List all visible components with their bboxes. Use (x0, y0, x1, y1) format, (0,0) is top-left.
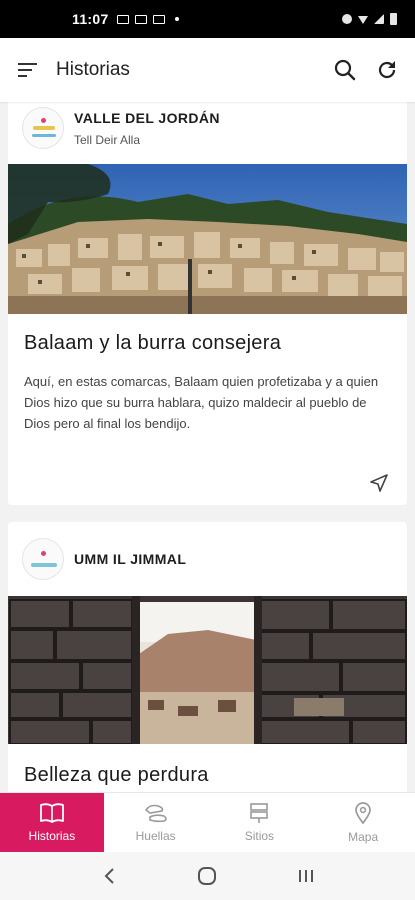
search-icon[interactable] (333, 58, 357, 82)
stories-feed[interactable]: VALLE DEL JORDÁN Tell Deir Alla Balaam y… (0, 102, 415, 792)
system-navigation (0, 852, 415, 900)
story-card[interactable]: UMM IL JIMMAL Belleza que perdura (8, 522, 407, 792)
nav-historias[interactable]: Historias (0, 793, 104, 852)
mail-icon (134, 14, 147, 24)
card-header: UMM IL JIMMAL (8, 522, 407, 596)
navigate-icon[interactable] (367, 471, 391, 495)
story-description: Aquí, en estas comarcas, Balaam quien pr… (24, 374, 379, 431)
story-title[interactable]: Balaam y la burra consejera (8, 314, 407, 355)
status-time: 11:07 (72, 11, 109, 27)
story-card[interactable]: VALLE DEL JORDÁN Tell Deir Alla Balaam y… (8, 102, 407, 505)
story-image[interactable] (8, 164, 407, 314)
wifi-icon (358, 16, 368, 24)
book-icon (39, 803, 64, 823)
recents-icon[interactable] (294, 864, 318, 888)
status-bar: 11:07 (0, 0, 415, 38)
site-logo (22, 107, 64, 149)
story-image[interactable] (8, 596, 407, 744)
nav-label: Historias (28, 829, 76, 843)
back-icon[interactable] (97, 864, 121, 888)
signal-icon (374, 14, 384, 24)
map-pin-icon (355, 802, 371, 825)
nav-sitios[interactable]: Sitios (208, 793, 312, 852)
story-title[interactable]: Belleza que perdura (8, 744, 407, 787)
mail-icon (152, 14, 165, 24)
nav-label: Mapa (348, 830, 379, 844)
alarm-icon (342, 14, 352, 24)
home-icon[interactable] (195, 864, 219, 888)
card-header: VALLE DEL JORDÁN Tell Deir Alla (8, 102, 407, 164)
page-title: Historias (56, 59, 130, 80)
footprints-icon (144, 804, 167, 823)
bottom-navigation: Historias Huellas Sitios Mapa (0, 792, 415, 852)
nav-label: Sitios (244, 829, 275, 843)
battery-icon (390, 13, 397, 25)
place-name: VALLE DEL JORDÁN (74, 109, 220, 126)
site-logo (22, 538, 64, 580)
refresh-icon[interactable] (375, 58, 399, 82)
menu-icon[interactable] (16, 58, 40, 82)
place-name: UMM IL JIMMAL (74, 551, 187, 567)
nav-mapa[interactable]: Mapa (311, 793, 415, 852)
nav-label: Huellas (135, 829, 176, 843)
signpost-icon (250, 803, 269, 823)
app-bar: Historias (0, 38, 415, 102)
more-notifications-icon (174, 17, 179, 21)
notification-icon (116, 14, 129, 24)
nav-huellas[interactable]: Huellas (104, 793, 208, 852)
place-subtitle: Tell Deir Alla (74, 132, 141, 147)
